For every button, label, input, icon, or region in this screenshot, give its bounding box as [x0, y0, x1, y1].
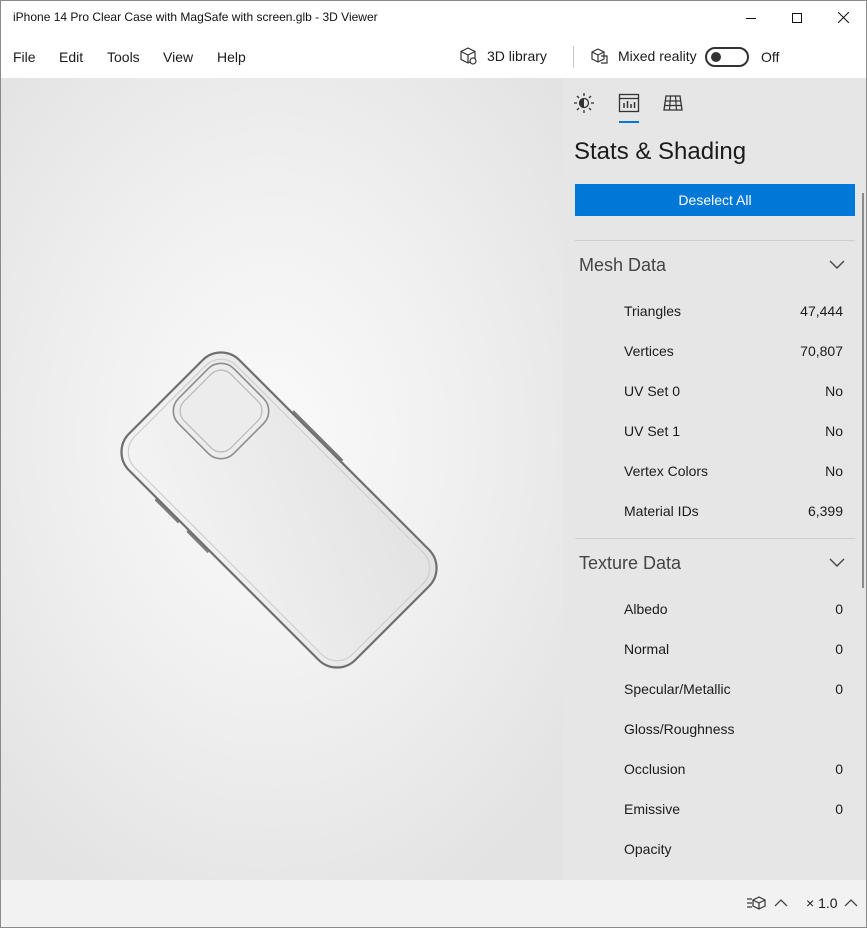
stat-label: UV Set 0 — [624, 383, 681, 399]
texture-row: Gloss/Roughness — [563, 709, 866, 749]
3d-library-label: 3D library — [487, 48, 547, 64]
tab-grid[interactable] — [661, 91, 685, 115]
menu-edit[interactable]: Edit — [59, 49, 83, 65]
menu-bar: File Edit Tools View Help 3D library Mix… — [1, 34, 866, 78]
stat-value: 0 — [835, 641, 843, 657]
close-icon — [837, 12, 849, 23]
minimize-icon — [746, 17, 756, 19]
mixed-reality-icon — [591, 48, 608, 64]
speed-value: × 1.0 — [806, 895, 838, 911]
stat-value: No — [825, 423, 843, 439]
stat-label: Opacity — [624, 841, 672, 857]
minimize-button[interactable] — [728, 1, 774, 34]
stat-value: 0 — [835, 801, 843, 817]
stat-label: Albedo — [624, 601, 668, 617]
status-bar: × 1.0 — [1, 880, 866, 927]
stats-panel: Stats & Shading Deselect All Mesh Data T… — [563, 78, 866, 880]
tab-stats-shading[interactable] — [617, 91, 641, 115]
mesh-row: Vertex Colors No — [563, 451, 866, 491]
sun-icon — [574, 93, 594, 113]
mixed-reality-label: Mixed reality — [618, 48, 697, 64]
stat-label: Vertex Colors — [624, 463, 709, 479]
stat-value: 0 — [835, 761, 843, 777]
active-tab-indicator — [619, 121, 639, 123]
stat-value: 70,807 — [800, 343, 843, 359]
stat-label: Normal — [624, 641, 670, 657]
stat-value: No — [825, 463, 843, 479]
grid-icon — [663, 95, 683, 111]
mesh-row: Material IDs 6,399 — [563, 491, 866, 531]
mesh-data-header[interactable]: Mesh Data — [579, 255, 666, 276]
chevron-down-icon[interactable] — [829, 558, 845, 568]
model-list-icon — [747, 896, 766, 910]
toolbar-separator — [573, 46, 574, 68]
mesh-row: Vertices 70,807 — [563, 331, 866, 371]
stat-value: 0 — [835, 601, 843, 617]
animation-selector[interactable] — [746, 895, 788, 911]
title-bar: iPhone 14 Pro Clear Case with MagSafe wi… — [1, 1, 866, 34]
mesh-row: Triangles 47,444 — [563, 291, 866, 331]
stat-label: Emissive — [624, 801, 681, 817]
phone-case-model[interactable] — [1, 78, 563, 880]
menu-view[interactable]: View — [163, 49, 193, 65]
maximize-icon — [792, 12, 802, 23]
mesh-row: UV Set 0 No — [563, 371, 866, 411]
mesh-row: UV Set 1 No — [563, 411, 866, 451]
texture-row: Opacity — [563, 829, 866, 869]
stat-label: Occlusion — [624, 761, 686, 777]
texture-row: Emissive 0 — [563, 789, 866, 829]
app-window: iPhone 14 Pro Clear Case with MagSafe wi… — [0, 0, 867, 928]
menu-tools[interactable]: Tools — [107, 49, 140, 65]
window-title: iPhone 14 Pro Clear Case with MagSafe wi… — [13, 10, 378, 24]
divider — [575, 240, 855, 241]
maximize-button[interactable] — [774, 1, 820, 34]
stat-label: Vertices — [624, 343, 674, 359]
deselect-all-button[interactable]: Deselect All — [575, 184, 855, 216]
panel-title: Stats & Shading — [574, 138, 747, 165]
texture-data-header[interactable]: Texture Data — [579, 553, 681, 574]
panel-scrollbar[interactable] — [862, 193, 864, 588]
3d-viewport[interactable] — [1, 78, 563, 880]
stat-label: Triangles — [624, 303, 682, 319]
close-button[interactable] — [820, 1, 866, 34]
menu-help[interactable]: Help — [217, 49, 246, 65]
chevron-up-icon — [844, 899, 857, 907]
stat-label: UV Set 1 — [624, 423, 681, 439]
stat-value: 0 — [835, 681, 843, 697]
mixed-reality-button[interactable]: Mixed reality — [589, 44, 697, 68]
chevron-down-icon[interactable] — [829, 260, 845, 270]
playback-speed-selector[interactable]: × 1.0 — [806, 895, 858, 911]
toggle-state-label: Off — [761, 49, 780, 65]
stat-value: 47,444 — [800, 303, 843, 319]
texture-row: Normal 0 — [563, 629, 866, 669]
menu-file[interactable]: File — [13, 49, 36, 65]
tab-lighting[interactable] — [572, 91, 596, 115]
cube-icon — [460, 47, 477, 65]
divider — [575, 538, 855, 539]
chevron-up-icon — [774, 899, 788, 907]
3d-library-button[interactable]: 3D library — [458, 44, 547, 68]
stat-label: Material IDs — [624, 503, 699, 519]
texture-row: Albedo 0 — [563, 589, 866, 629]
mixed-reality-toggle[interactable] — [705, 47, 749, 67]
stats-chart-icon — [618, 93, 640, 113]
toggle-knob — [711, 52, 721, 62]
texture-row: Occlusion 0 — [563, 749, 866, 789]
stat-label: Gloss/Roughness — [624, 721, 735, 737]
texture-row: Specular/Metallic 0 — [563, 669, 866, 709]
stat-label: Specular/Metallic — [624, 681, 731, 697]
stat-value: No — [825, 383, 843, 399]
stat-value: 6,399 — [807, 503, 843, 519]
